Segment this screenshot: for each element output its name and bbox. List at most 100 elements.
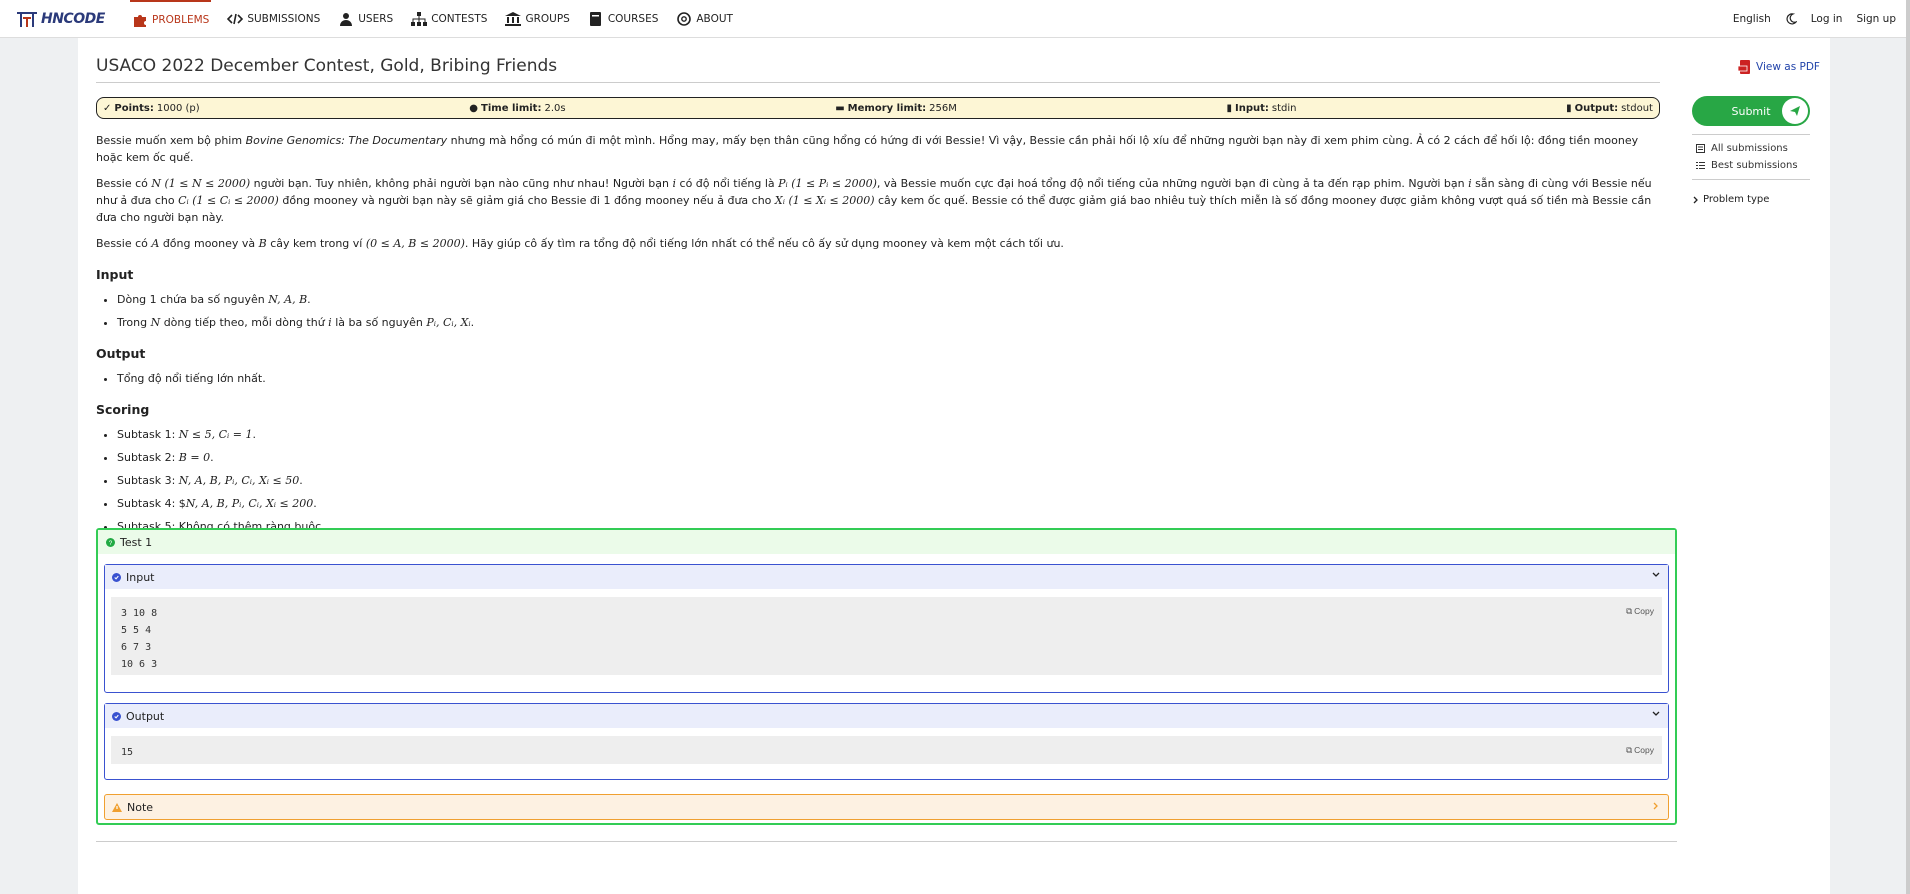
nav-courses-label: COURSES: [607, 13, 659, 25]
warning-icon: [112, 802, 122, 812]
main-nav: PROBLEMS SUBMISSIONS USERS CONTESTS GROU…: [130, 0, 735, 38]
output-heading: Output: [96, 346, 146, 361]
pdf-icon: [1738, 60, 1750, 74]
memory-limit-info: ▬ Memory limit: 256M: [835, 102, 957, 114]
nav-problems-label: PROBLEMS: [152, 14, 210, 26]
submit-button[interactable]: Submit: [1692, 96, 1810, 126]
svg-text:?: ?: [109, 540, 113, 547]
best-submissions-link[interactable]: Best submissions: [1696, 160, 1810, 171]
problem-info-bar: ✓ Points: 1000 (p) ● Time limit: 2.0s ▬ Me…: [96, 97, 1660, 119]
title-divider: [96, 82, 1660, 83]
list-item: Subtask 2: B = 0.: [117, 449, 1660, 466]
list-item: Tổng độ nổi tiếng lớn nhất.: [117, 370, 1660, 387]
bottom-divider: [96, 841, 1677, 842]
chevron-right-icon: [1693, 196, 1698, 203]
test-case-panel: ? Test 1 Input 3 10 8 5 5 4 6 7 3 10 6 3…: [96, 528, 1677, 825]
chevron-right-icon[interactable]: [1652, 802, 1660, 810]
topbar-right: English Log in Sign up: [1733, 0, 1896, 38]
test-input-panel: Input 3 10 8 5 5 4 6 7 3 10 6 3 ⧉ Copy: [104, 564, 1669, 693]
list-item: Subtask 3: N, A, B, Pᵢ, Cᵢ, Xᵢ ≤ 50.: [117, 472, 1660, 489]
test-input-code: 3 10 8 5 5 4 6 7 3 10 6 3 ⧉ Copy: [111, 597, 1662, 675]
login-link[interactable]: Log in: [1811, 13, 1843, 25]
nav-submissions-label: SUBMISSIONS: [247, 13, 321, 25]
input-list: Dòng 1 chứa ba số nguyên N, A, B. Trong …: [96, 291, 1660, 331]
list-icon: [1696, 144, 1705, 153]
all-submissions-link[interactable]: All submissions: [1696, 143, 1810, 154]
sort-list-icon: [1696, 162, 1705, 169]
test-output-panel: Output 15 ⧉ Copy: [104, 703, 1669, 780]
nav-submissions[interactable]: SUBMISSIONS: [225, 0, 322, 38]
list-item: Dòng 1 chứa ba số nguyên N, A, B.: [117, 291, 1660, 308]
output-list: Tổng độ nổi tiếng lớn nhất.: [96, 370, 1660, 387]
nav-problems[interactable]: PROBLEMS: [130, 0, 212, 38]
output-info: ▮ Output: stdout: [1566, 102, 1653, 114]
nav-about-label: ABOUT: [696, 13, 733, 25]
list-item: Subtask 1: N ≤ 5, Cᵢ = 1.: [117, 426, 1660, 443]
book-icon: [589, 12, 601, 26]
info-circle-icon: [112, 572, 121, 582]
copy-icon: ⧉: [1626, 745, 1633, 755]
problem-sidebar: Submit All submissions Best submissions …: [1692, 96, 1810, 205]
nav-about[interactable]: ABOUT: [674, 0, 735, 38]
input-info: ▮ Input: stdin: [1226, 102, 1297, 114]
puzzle-icon: [134, 15, 146, 27]
problem-statement: Bessie muốn xem bộ phim Bovine Genomics:…: [96, 132, 1660, 541]
clock-icon: ●: [469, 102, 479, 114]
chevron-down-icon[interactable]: [1652, 571, 1660, 579]
logo-text: HNCODE: [41, 11, 105, 27]
nav-users-label: USERS: [358, 13, 394, 25]
question-circle-icon: ?: [106, 537, 115, 547]
test-input-header[interactable]: Input: [105, 565, 1668, 589]
nav-users[interactable]: USERS: [336, 0, 395, 38]
logo-icon: [17, 12, 37, 27]
test-case-header[interactable]: ? Test 1: [98, 530, 1675, 554]
code-icon: [227, 13, 244, 25]
page-title: USACO 2022 December Contest, Gold, Bribi…: [96, 56, 558, 76]
problem-page: USACO 2022 December Contest, Gold, Bribi…: [78, 38, 1830, 894]
sidebar-divider: [1692, 179, 1810, 180]
sitemap-icon: [411, 12, 428, 26]
test-output-header[interactable]: Output: [105, 704, 1668, 728]
copy-button[interactable]: ⧉ Copy: [1626, 742, 1654, 759]
user-icon: [340, 13, 353, 26]
view-pdf-label: View as PDF: [1756, 61, 1820, 73]
file-icon: ▮: [1226, 102, 1232, 114]
test-output-title: Output: [126, 709, 165, 723]
input-heading: Input: [96, 267, 134, 282]
at-icon: [677, 12, 692, 26]
chevron-down-icon[interactable]: [1652, 710, 1660, 718]
test-case-title: Test 1: [120, 535, 153, 549]
points-info: ✓ Points: 1000 (p): [103, 102, 200, 114]
list-item: Subtask 4: $N, A, B, Pᵢ, Cᵢ, Xᵢ ≤ 200.: [117, 495, 1660, 512]
language-selector[interactable]: English: [1733, 13, 1771, 25]
file-icon: ▮: [1566, 102, 1572, 114]
page-scrollbar[interactable]: [1906, 0, 1910, 894]
nav-groups[interactable]: GROUPS: [503, 0, 571, 38]
copy-icon: ⧉: [1626, 606, 1633, 616]
nav-groups-label: GROUPS: [525, 13, 570, 25]
test-input-title: Input: [126, 570, 155, 584]
moon-icon[interactable]: [1785, 13, 1797, 25]
memory-icon: ▬: [835, 102, 845, 114]
scoring-heading: Scoring: [96, 402, 150, 417]
nav-contests[interactable]: CONTESTS: [409, 0, 489, 38]
problem-type-toggle[interactable]: Problem type: [1692, 194, 1810, 205]
statement-paragraph: Bessie có A đồng mooney và B cây kem tro…: [96, 237, 1064, 250]
test-output-code: 15 ⧉ Copy: [111, 736, 1662, 764]
sidebar-divider: [1692, 134, 1810, 135]
site-logo[interactable]: HNCODE: [16, 10, 105, 28]
scoring-list: Subtask 1: N ≤ 5, Cᵢ = 1. Subtask 2: B =…: [96, 426, 1660, 535]
submit-label: Submit: [1731, 104, 1771, 118]
nav-contests-label: CONTESTS: [431, 13, 488, 25]
top-navbar: HNCODE PROBLEMS SUBMISSIONS USERS CONTES…: [0, 0, 1910, 38]
test-note-panel[interactable]: Note: [104, 794, 1669, 820]
info-circle-icon: [112, 711, 121, 721]
view-pdf-link[interactable]: View as PDF: [1738, 60, 1820, 74]
signup-link[interactable]: Sign up: [1856, 13, 1896, 25]
copy-button[interactable]: ⧉ Copy: [1626, 603, 1654, 620]
nav-courses[interactable]: COURSES: [586, 0, 661, 38]
statement-paragraph: Bessie có N (1 ≤ N ≤ 2000) người bạn. Tu…: [96, 177, 1652, 224]
send-icon: [1782, 98, 1808, 124]
test-note-title: Note: [127, 800, 154, 814]
time-limit-info: ● Time limit: 2.0s: [469, 102, 566, 114]
